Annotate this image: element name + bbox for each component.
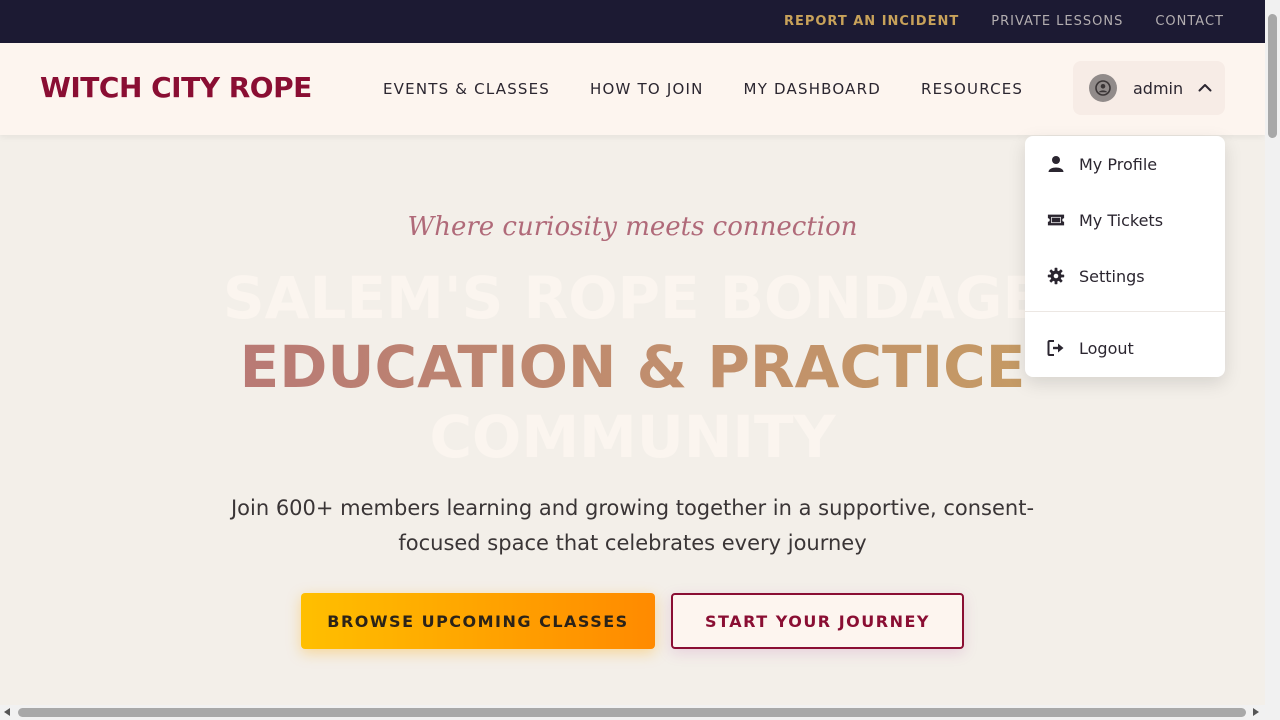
hero-title-line-3: COMMUNITY [429,403,836,471]
menu-item-label: Settings [1079,266,1145,286]
menu-item-settings[interactable]: Settings [1025,254,1225,298]
menu-divider [1025,311,1225,312]
scrollbar-corner [1265,705,1280,720]
nav-how-to-join[interactable]: HOW TO JOIN [590,80,704,98]
browse-classes-button[interactable]: BROWSE UPCOMING CLASSES [301,593,655,649]
user-name: admin [1133,78,1184,98]
user-dropdown-menu: My Profile My Tickets Settings Logout [1025,136,1225,377]
scroll-left-arrow[interactable] [4,708,10,716]
gear-icon [1047,267,1065,285]
start-journey-button[interactable]: START YOUR JOURNEY [671,593,964,649]
horizontal-scrollbar[interactable] [0,705,1265,720]
menu-item-label: My Tickets [1079,210,1164,230]
horizontal-scroll-thumb[interactable] [18,708,1246,717]
private-lessons-link[interactable]: PRIVATE LESSONS [991,14,1123,29]
menu-item-my-tickets[interactable]: My Tickets [1025,198,1225,242]
hero-subtitle: Join 600+ members learning and growing t… [230,496,1035,555]
user-menu-button[interactable]: admin [1073,61,1225,115]
main-nav: EVENTS & CLASSES HOW TO JOIN MY DASHBOAR… [383,80,1023,98]
scroll-right-arrow[interactable] [1253,708,1259,716]
logout-icon [1047,340,1064,356]
vertical-scrollbar[interactable] [1265,0,1280,705]
utility-bar: REPORT AN INCIDENT PRIVATE LESSONS CONTA… [0,0,1265,43]
chevron-up-icon [1198,84,1212,92]
menu-item-label: Logout [1079,338,1134,358]
user-circle-icon [1089,74,1117,102]
site-logo[interactable]: WITCH CITY ROPE [40,71,312,104]
menu-item-label: My Profile [1079,154,1158,174]
contact-link[interactable]: CONTACT [1155,14,1224,29]
report-incident-link[interactable]: REPORT AN INCIDENT [784,14,959,29]
ticket-icon [1047,214,1065,226]
nav-events-classes[interactable]: EVENTS & CLASSES [383,80,550,98]
nav-resources[interactable]: RESOURCES [921,80,1023,98]
main-header: WITCH CITY ROPE EVENTS & CLASSES HOW TO … [0,43,1265,135]
nav-my-dashboard[interactable]: MY DASHBOARD [744,80,881,98]
vertical-scroll-thumb[interactable] [1268,14,1277,138]
menu-item-my-profile[interactable]: My Profile [1025,142,1225,186]
menu-item-logout[interactable]: Logout [1025,326,1225,370]
user-icon [1048,156,1064,172]
